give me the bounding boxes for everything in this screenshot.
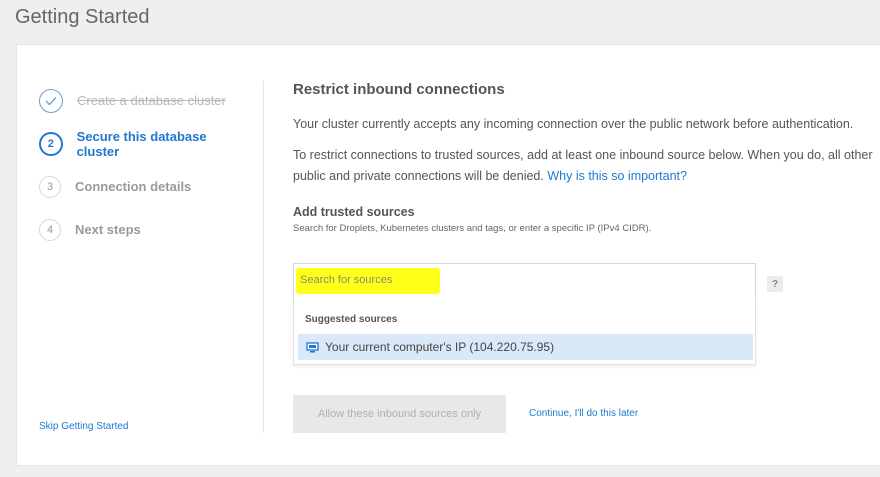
step-label: Secure this database cluster <box>76 128 207 159</box>
search-sources-input[interactable] <box>300 274 600 286</box>
skip-getting-started-link[interactable]: Skip Getting Started <box>39 421 129 432</box>
suggested-sources-dropdown: Suggested sources Your current computer'… <box>293 300 756 365</box>
divider <box>263 81 264 433</box>
step-next-steps[interactable]: 4 Next steps <box>39 208 249 251</box>
step-label: Create a database cluster <box>77 93 226 108</box>
suggested-source-label: Your current computer's IP (104.220.75.9… <box>325 340 555 354</box>
computer-icon <box>306 341 319 352</box>
step-number: 2 <box>39 131 63 156</box>
step-number: 3 <box>39 175 61 198</box>
section-title: Restrict inbound connections <box>293 81 505 98</box>
continue-later-link[interactable]: Continue, I'll do this later <box>529 408 638 419</box>
step-secure-cluster[interactable]: 2 Secure this database cluster <box>39 122 249 165</box>
step-number: 4 <box>39 218 61 241</box>
dropdown-header: Suggested sources <box>305 314 398 325</box>
why-important-link[interactable]: Why is this so important? <box>547 169 687 183</box>
step-create-cluster[interactable]: Create a database cluster <box>39 79 249 122</box>
help-icon[interactable]: ? <box>767 276 783 292</box>
step-label: Connection details <box>75 179 192 194</box>
page-title: Getting Started <box>15 6 150 28</box>
step-connection-details[interactable]: 3 Connection details <box>39 165 249 208</box>
allow-inbound-sources-button[interactable]: Allow these inbound sources only <box>293 395 506 433</box>
restrict-paragraph: To restrict connections to trusted sourc… <box>293 145 873 187</box>
getting-started-card: Create a database cluster 2 Secure this … <box>16 44 880 466</box>
check-icon <box>39 88 63 113</box>
add-trusted-sources-help: Search for Droplets, Kubernetes clusters… <box>293 223 652 234</box>
intro-paragraph: Your cluster currently accepts any incom… <box>293 117 854 131</box>
search-box[interactable] <box>293 263 756 301</box>
main-content: Restrict inbound connections Your cluste… <box>293 81 873 433</box>
stepper: Create a database cluster 2 Secure this … <box>39 79 249 251</box>
add-trusted-sources-heading: Add trusted sources <box>293 205 415 219</box>
step-label: Next steps <box>75 222 141 237</box>
suggested-source-item[interactable]: Your current computer's IP (104.220.75.9… <box>298 334 753 360</box>
